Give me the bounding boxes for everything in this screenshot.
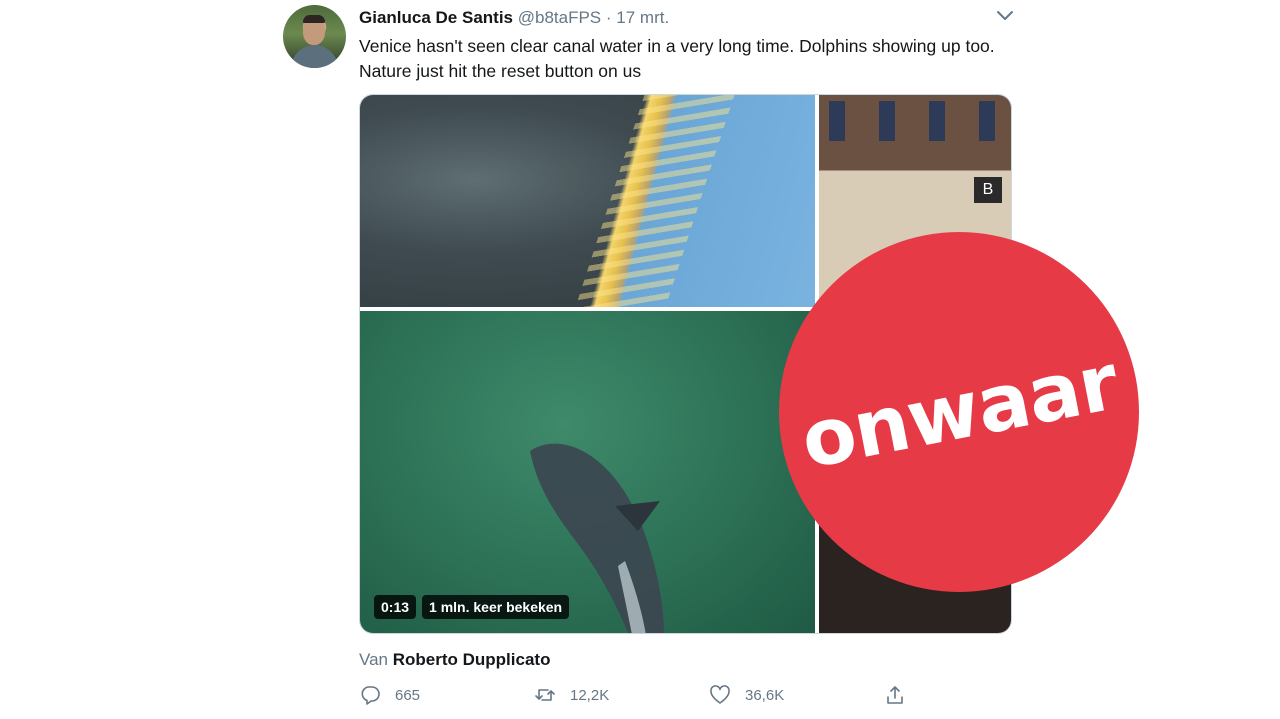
video-duration: 0:13 [374, 595, 417, 619]
share-icon [887, 686, 903, 704]
video-panel-dolphin [360, 311, 815, 633]
tweet-date[interactable]: 17 mrt. [616, 8, 669, 27]
avatar-shirt [291, 45, 338, 68]
tweet-header: Gianluca De Santis @b8taFPS · 17 mrt. [359, 8, 669, 28]
like-button[interactable]: 36,6K [709, 684, 784, 706]
retweet-icon [535, 689, 555, 701]
verdict-label: onwaar [793, 337, 1125, 487]
attribution-prefix: Van [359, 650, 388, 669]
retweet-count: 12,2K [570, 686, 610, 704]
retweet-button[interactable]: 12,2K [534, 684, 609, 706]
video-badges: 0:13 1 mln. keer bekeken [374, 595, 570, 619]
avatar-hair [303, 15, 325, 23]
building-window [879, 101, 895, 141]
header-separator: · [605, 8, 612, 27]
author-handle[interactable]: @b8taFPS [518, 8, 601, 27]
tweet-actions: 665 12,2K 36,6K [359, 684, 919, 712]
like-icon [710, 685, 730, 704]
tweet-text: Venice hasn't seen clear canal water in … [359, 36, 995, 81]
verdict-stamp: onwaar [779, 232, 1139, 592]
building-window [979, 101, 995, 141]
building-window [829, 101, 845, 141]
canal-reflection [575, 95, 735, 307]
street-sign: B [974, 177, 1002, 203]
building-window [929, 101, 945, 141]
attribution-name[interactable]: Roberto Dupplicato [393, 650, 551, 669]
share-button[interactable] [884, 684, 906, 706]
tweet: Gianluca De Santis @b8taFPS · 17 mrt. Ve… [0, 0, 1280, 719]
reply-count: 665 [395, 686, 421, 704]
author-name[interactable]: Gianluca De Santis [359, 8, 513, 27]
chevron-down-icon[interactable] [995, 8, 1015, 24]
reply-icon [361, 686, 380, 705]
reply-button[interactable]: 665 [359, 684, 420, 706]
avatar[interactable] [283, 5, 346, 68]
video-attribution: Van Roberto Dupplicato [359, 650, 550, 670]
like-count: 36,6K [745, 686, 785, 704]
video-panel-canal-aerial [360, 95, 815, 307]
video-views: 1 mln. keer bekeken [422, 595, 570, 619]
